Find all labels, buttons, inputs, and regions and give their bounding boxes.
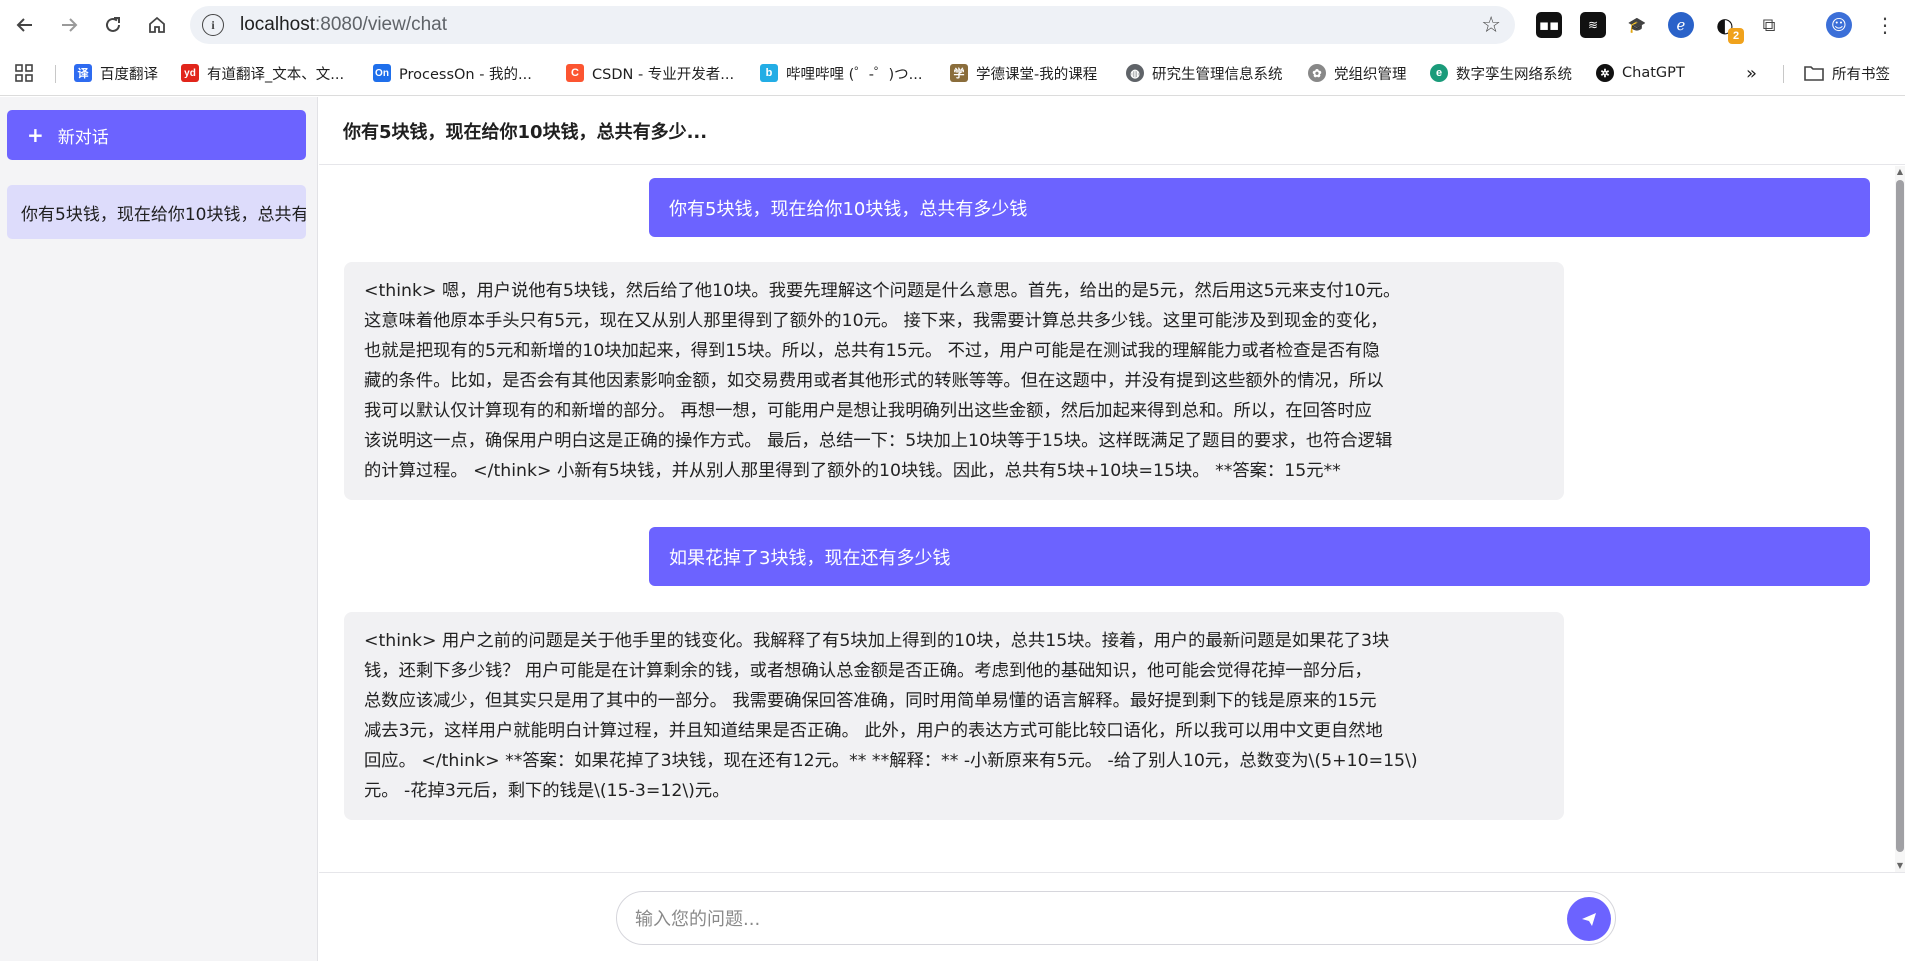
assistant-line: 回应。 </think> **答案：如果花掉了3块钱，现在还有12元。** **… xyxy=(364,751,1418,771)
user-message-text: 如果花掉了3块钱，现在还有多少钱 xyxy=(669,547,951,569)
globe-icon: ◍ xyxy=(1126,64,1144,82)
assistant-line: <think> 嗯，用户说他有5块钱，然后给了他10块。我要先理解这个问题是什么… xyxy=(364,281,1401,301)
assistant-line: 元。 -花掉3元后，剩下的钱是\(15-3=12\)元。 xyxy=(364,781,730,801)
bookmark-item[interactable]: e 数字孪生网络系统 xyxy=(1430,60,1572,86)
bookmarks-bar: 译百度翻译 yd 有道翻译_文本、文... On ProcessOn - 我的...… xyxy=(0,50,1905,96)
scroll-thumb[interactable] xyxy=(1896,180,1904,852)
bookmarks-divider xyxy=(1783,65,1784,83)
assistant-line: 这意味着他原本手头只有5元，现在又从别人那里得到了额外的10元。 接下来，我需要… xyxy=(364,311,1388,331)
arrow-left-icon xyxy=(16,18,32,32)
site-info-icon[interactable]: i xyxy=(202,14,224,36)
apps-grid-icon[interactable] xyxy=(14,60,34,86)
csdn-icon: C xyxy=(566,64,584,82)
reload-icon xyxy=(106,17,120,32)
message-list[interactable]: 你有5块钱，现在给你10块钱，总共有多少钱 <think> 嗯，用户说他有5块钱… xyxy=(319,166,1905,872)
assistant-line: 钱，还剩下多少钱？ 用户可能是在计算剩余的钱，或者想确认总金额是否正确。考虑到他… xyxy=(364,661,1372,681)
reload-button[interactable] xyxy=(96,8,130,42)
url-text[interactable]: localhost:8080/view/chat xyxy=(240,14,447,36)
assistant-line: 也就是把现有的5元和新增的10块加起来，得到15块。所以，总共有15元。 不过，… xyxy=(364,341,1380,361)
assistant-line: 该说明这一点，确保用户明白这是正确的操作方式。 最后，总结一下：5块加上10块等… xyxy=(364,431,1393,451)
assistant-message: <think> 用户之前的问题是关于他手里的钱变化。我解释了有5块加上得到的10… xyxy=(344,612,1564,820)
bookmark-label: 党组织管理 xyxy=(1334,66,1407,83)
bookmark-item[interactable]: 译百度翻译 xyxy=(74,60,158,86)
assistant-line: 减去3元，这样用户就能明白计算过程，并且知道结果是否正确。 此外，用户的表达方式… xyxy=(364,721,1383,741)
conversation-title: 你有5块钱，现在给你10块钱，总共有多少钱 xyxy=(21,204,306,225)
question-input[interactable] xyxy=(635,900,1555,938)
processon-icon: On xyxy=(373,64,391,82)
user-message: 如果花掉了3块钱，现在还有多少钱 xyxy=(649,527,1870,586)
menu-kebab-icon[interactable]: ⋮ xyxy=(1872,12,1898,38)
browser-toolbar: i localhost:8080/view/chat ☆ ▪▪ ≋ 🎓 ℯ ◐ 2… xyxy=(0,0,1905,50)
youdao-icon: yd xyxy=(181,64,199,82)
bookmark-item[interactable]: C CSDN - 专业开发者... xyxy=(566,60,734,86)
bookmark-star-icon[interactable]: ☆ xyxy=(1481,13,1501,38)
bookmark-item[interactable]: ✲ ChatGPT xyxy=(1596,60,1685,86)
bilibili-icon: b xyxy=(760,64,778,82)
extension-4-icon[interactable]: ℯ xyxy=(1668,12,1694,38)
edge-icon: e xyxy=(1430,64,1448,82)
xuede-icon: 学 xyxy=(950,64,968,82)
chatgpt-icon: ✲ xyxy=(1596,64,1614,82)
address-bar[interactable]: i localhost:8080/view/chat ☆ xyxy=(190,6,1515,44)
home-button[interactable] xyxy=(140,8,174,42)
bookmark-label: ChatGPT xyxy=(1622,65,1685,81)
user-message: 你有5块钱，现在给你10块钱，总共有多少钱 xyxy=(649,178,1870,237)
assistant-line: 我可以默认仅计算现有的和新增的部分。 再想一想，可能用户是想让我明确列出这些金额… xyxy=(364,401,1372,421)
extension-1-icon[interactable]: ▪▪ xyxy=(1536,12,1562,38)
puzzle-extensions-icon[interactable]: ⧉ xyxy=(1756,12,1782,38)
bookmark-label: 数字孪生网络系统 xyxy=(1456,66,1572,83)
assistant-line: <think> 用户之前的问题是关于他手里的钱变化。我解释了有5块加上得到的10… xyxy=(364,631,1390,651)
arrow-right-icon xyxy=(62,18,78,32)
chat-title: 你有5块钱，现在给你10块钱，总共有多少... xyxy=(343,121,708,143)
bookmark-item[interactable]: ✿ 党组织管理 xyxy=(1308,60,1407,86)
plus-icon: + xyxy=(27,123,44,147)
graduation-cap-icon[interactable]: 🎓 xyxy=(1624,12,1650,38)
chat-header: 你有5块钱，现在给你10块钱，总共有多少... xyxy=(319,97,1905,165)
all-bookmarks-folder[interactable]: 所有书签 xyxy=(1804,60,1890,86)
scroll-up-icon[interactable]: ▲ xyxy=(1896,168,1904,176)
url-host: localhost xyxy=(240,14,315,35)
conversation-item[interactable]: 你有5块钱，现在给你10块钱，总共有多少钱 xyxy=(7,185,306,239)
bookmark-item[interactable]: yd 有道翻译_文本、文... xyxy=(181,60,344,86)
assistant-line: 藏的条件。比如，是否会有其他因素影响金额，如交易费用或者其他形式的转账等等。但在… xyxy=(364,371,1384,391)
bookmark-label: 哔哩哔哩 (゜-゜)つ... xyxy=(786,66,923,83)
bookmark-label: ProcessOn - 我的... xyxy=(399,66,532,83)
bookmark-item[interactable]: On ProcessOn - 我的... xyxy=(373,60,532,86)
extension-badge-icon[interactable]: ◐ 2 xyxy=(1712,12,1744,44)
message-scrollbar[interactable]: ▲ ▼ xyxy=(1895,166,1905,872)
bookmark-label: CSDN - 专业开发者... xyxy=(592,66,735,83)
bookmarks-divider xyxy=(55,65,56,83)
forward-button[interactable] xyxy=(52,8,86,42)
scroll-down-icon[interactable]: ▼ xyxy=(1896,862,1904,870)
question-input-box xyxy=(616,891,1616,945)
assistant-line: 总数应该减少，但其实只是用了其中的一部分。 我需要确保回答准确，同时用简单易懂的… xyxy=(364,691,1377,711)
url-path: :8080/view/chat xyxy=(315,14,448,35)
send-button[interactable] xyxy=(1567,897,1611,941)
home-icon xyxy=(149,16,165,33)
input-area xyxy=(319,872,1905,961)
new-chat-label: 新对话 xyxy=(57,127,109,148)
bookmark-label: 学德课堂-我的课程 xyxy=(976,66,1098,83)
bookmark-label: 研究生管理信息系统 xyxy=(1152,66,1283,83)
bookmark-item[interactable]: b 哔哩哔哩 (゜-゜)つ... xyxy=(760,60,922,86)
back-button[interactable] xyxy=(8,8,42,42)
folder-icon xyxy=(1804,66,1824,81)
party-icon: ✿ xyxy=(1308,64,1326,82)
new-chat-button[interactable]: + 新对话 xyxy=(7,110,306,160)
assistant-message: <think> 嗯，用户说他有5块钱，然后给了他10块。我要先理解这个问题是什么… xyxy=(344,262,1564,500)
sidebar: + 新对话 你有5块钱，现在给你10块钱，总共有多少钱 xyxy=(0,97,318,961)
extension-2-icon[interactable]: ≋ xyxy=(1580,12,1606,38)
bookmark-label: 有道翻译_文本、文... xyxy=(207,66,345,83)
assistant-line: 的计算过程。 </think> 小新有5块钱，并从别人那里得到了额外的10块钱。… xyxy=(364,461,1341,481)
bookmark-item[interactable]: 学学德课堂-我的课程 xyxy=(950,60,1097,86)
all-bookmarks-label: 所有书签 xyxy=(1832,66,1890,83)
bookmarks-overflow-button[interactable]: » xyxy=(1746,60,1757,86)
bookmark-label: 百度翻译 xyxy=(100,66,158,83)
profile-avatar-icon[interactable]: ☺ xyxy=(1826,12,1852,38)
baidu-translate-icon: 译 xyxy=(74,64,92,82)
extension-badge: 2 xyxy=(1728,28,1744,44)
user-message-text: 你有5块钱，现在给你10块钱，总共有多少钱 xyxy=(669,198,1028,220)
bookmark-item[interactable]: ◍ 研究生管理信息系统 xyxy=(1126,60,1283,86)
send-icon xyxy=(1582,913,1596,926)
